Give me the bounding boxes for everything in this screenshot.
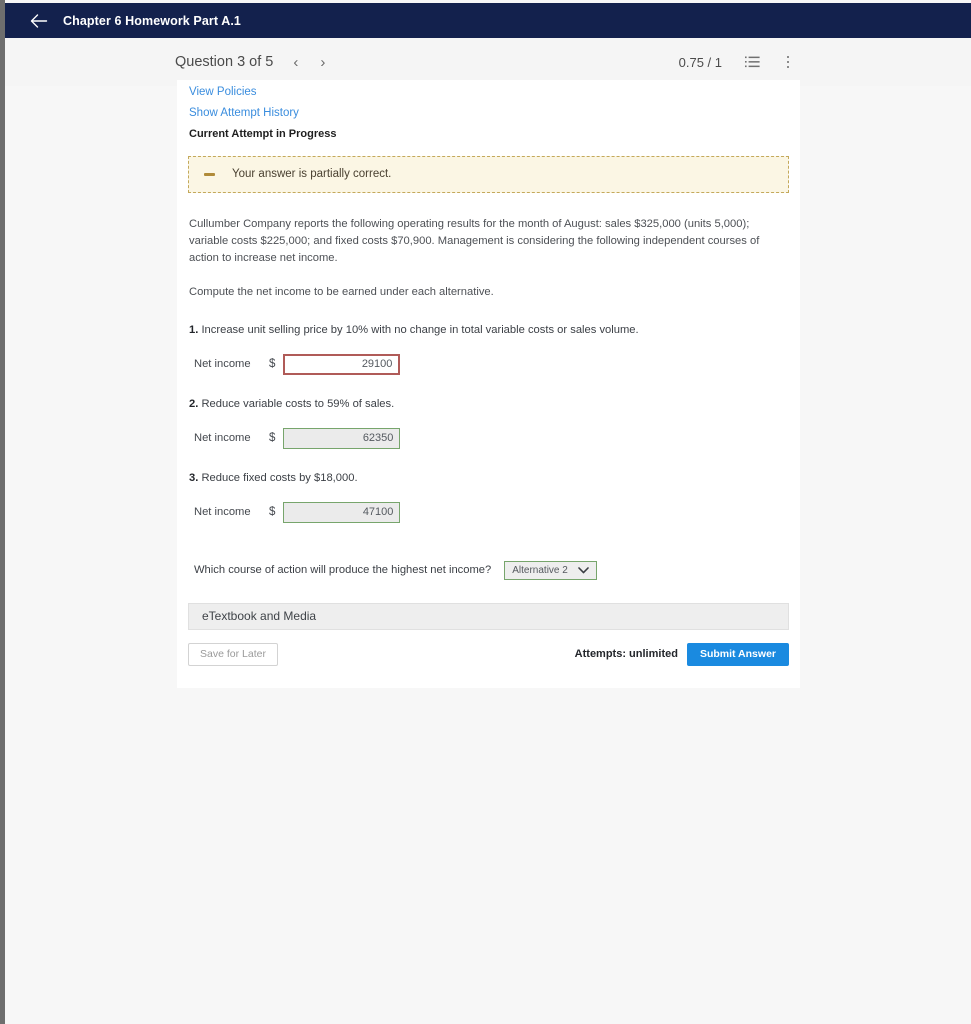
question-card: View Policies Show Attempt History Curre… [177, 80, 800, 688]
question-status-group: 0.75 / 1 [679, 54, 796, 70]
next-question-button[interactable]: › [320, 55, 325, 70]
app-title: Chapter 6 Homework Part A.1 [63, 13, 241, 28]
alternative-3-number: 3. [189, 471, 199, 484]
best-alternative-question: Which course of action will produce the … [194, 564, 492, 577]
alternative-3-text: Reduce fixed costs by $18,000. [201, 471, 358, 484]
question-toolbar: Question 3 of 5 ‹ › 0.75 / 1 [5, 38, 971, 86]
problem-instruction: Compute the net income to be earned unde… [189, 285, 494, 298]
alternative-3-currency: $ [269, 506, 276, 519]
alternative-1-answer-row: Net income $ [189, 353, 784, 375]
problem-intro: Cullumber Company reports the following … [189, 217, 760, 264]
question-footer: Save for Later Attempts: unlimited Submi… [188, 642, 789, 688]
show-attempt-history-link[interactable]: Show Attempt History [189, 106, 784, 120]
alternative-1-answer-label: Net income [194, 358, 251, 371]
current-attempt-label: Current Attempt in Progress [189, 127, 337, 140]
list-icon[interactable] [744, 54, 760, 70]
alternative-3-answer-label: Net income [194, 506, 251, 519]
policy-links: View Policies Show Attempt History Curre… [177, 85, 800, 140]
etextbook-and-media-bar[interactable]: eTextbook and Media [188, 602, 789, 630]
alternative-2-label: 2. Reduce variable costs to 59% of sales… [189, 398, 784, 410]
alternative-1-net-income-input[interactable] [283, 353, 401, 375]
alternative-1-currency: $ [269, 358, 276, 371]
alternative-2-currency: $ [269, 432, 276, 445]
best-alternative-row: Which course of action will produce the … [189, 560, 784, 580]
alternative-2-text: Reduce variable costs to 59% of sales. [201, 397, 395, 410]
question-counter: Question 3 of 5 [175, 54, 274, 70]
back-arrow-icon[interactable] [29, 11, 49, 31]
alternative-3-net-income-input[interactable] [283, 501, 401, 523]
best-alternative-selected-value: Alternative 2 [512, 564, 568, 576]
score-display: 0.75 / 1 [678, 54, 722, 70]
problem-body: Cullumber Company reports the following … [177, 216, 800, 580]
partial-credit-dash-icon [204, 168, 217, 181]
alternative-1-text: Increase unit selling price by 10% with … [201, 323, 639, 336]
chevron-down-icon [578, 567, 589, 574]
submit-answer-button[interactable]: Submit Answer [686, 642, 789, 666]
status-banner: Your answer is partially correct. [188, 155, 789, 193]
attempts-label: Attempts: unlimited [574, 648, 678, 661]
alternative-3-label: 3. Reduce fixed costs by $18,000. [189, 472, 784, 484]
previous-question-button[interactable]: ‹ [293, 55, 298, 70]
alternative-1-label: 1. Increase unit selling price by 10% wi… [189, 324, 784, 336]
footer-actions: Attempts: unlimited Submit Answer [574, 642, 789, 666]
status-banner-text: Your answer is partially correct. [232, 168, 392, 181]
alternative-2-net-income-input[interactable] [283, 427, 401, 449]
save-for-later-button[interactable]: Save for Later [188, 642, 278, 666]
alternative-2-answer-label: Net income [194, 432, 251, 445]
alternative-1-number: 1. [189, 323, 199, 336]
app-header: Chapter 6 Homework Part A.1 [5, 3, 971, 38]
window-left-edge [0, 0, 5, 1024]
question-nav-group: Question 3 of 5 ‹ › [175, 54, 325, 70]
view-policies-link[interactable]: View Policies [189, 85, 784, 99]
alternative-3-answer-row: Net income $ [189, 501, 784, 523]
best-alternative-select[interactable]: Alternative 2 [504, 560, 597, 580]
etextbook-and-media-label: eTextbook and Media [202, 609, 317, 624]
kebab-menu-icon[interactable] [780, 54, 796, 70]
alternative-2-number: 2. [189, 397, 199, 410]
alternative-2-answer-row: Net income $ [189, 427, 784, 449]
